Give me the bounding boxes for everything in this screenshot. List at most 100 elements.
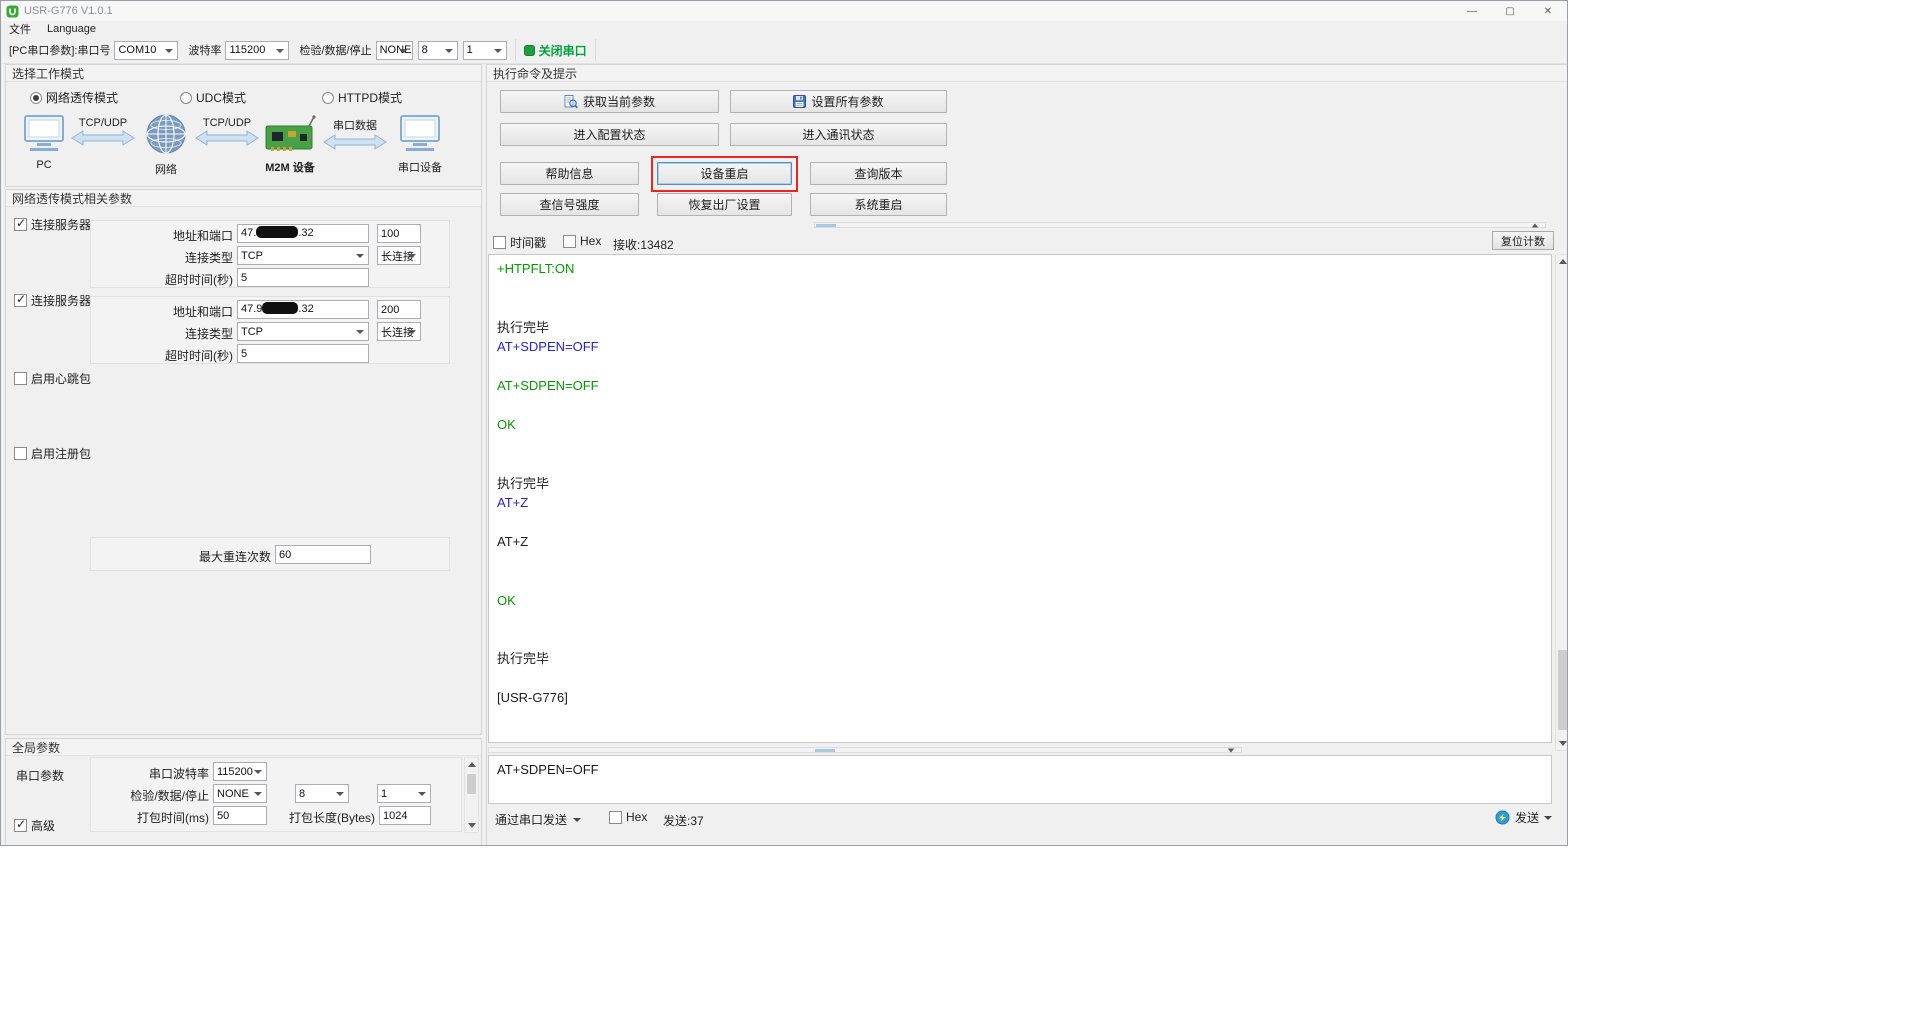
timestamp-checkbox[interactable]: 时间戳 [493, 234, 546, 251]
set-all-params-button[interactable]: 设置所有参数 [730, 90, 947, 113]
query-signal-button[interactable]: 查信号强度 [500, 193, 639, 216]
mode-httpd-radio[interactable]: HTTPD模式 [322, 89, 402, 106]
server-b-keep-select[interactable]: 长连接 [377, 322, 421, 341]
server-b-port-input[interactable] [377, 300, 421, 319]
heartbeat-label: 启用心跳包 [31, 370, 91, 387]
log-area[interactable]: +HTPFLT:ON 执行完毕AT+SDPEN=OFF AT+SDPEN=OFF… [488, 254, 1552, 743]
scroll-down-icon[interactable] [1556, 737, 1568, 750]
parity-select[interactable]: NONE [376, 41, 413, 60]
server-b-timeout-input[interactable] [237, 344, 369, 363]
diagram-network-node: 网络 [138, 112, 194, 177]
log-line: OK [497, 415, 1551, 435]
query-version-button[interactable]: 查询版本 [810, 162, 947, 185]
close-button[interactable]: ✕ [1529, 1, 1567, 21]
log-line [497, 669, 1551, 689]
g-parity-value: NONE [217, 788, 249, 800]
g-parity-select[interactable]: NONE [213, 784, 267, 803]
window-title: USR-G776 V1.0.1 [24, 5, 113, 17]
reset-count-button[interactable]: 复位计数 [1492, 231, 1554, 250]
reconnect-label: 最大重连次数 [91, 548, 271, 565]
sent-count: 发送:37 [663, 812, 704, 829]
server-b-address-input[interactable]: 47.9.32 [237, 300, 369, 319]
log-line [497, 571, 1551, 591]
top-splitter-scrollbar[interactable] [814, 222, 1546, 228]
baud-label: 波特率 [188, 42, 221, 58]
pack-len-input[interactable] [379, 806, 431, 825]
g-line-label: 检验/数据/停止 [91, 787, 209, 804]
maximize-button[interactable]: ▢ [1491, 1, 1529, 21]
chevron-down-icon [573, 818, 581, 826]
collapse-up-icon[interactable] [1532, 224, 1538, 228]
send-via-dropdown[interactable]: 通过串口发送 [495, 811, 581, 828]
scroll-down-icon[interactable] [465, 819, 478, 832]
bottom-splitter-scrollbar[interactable] [488, 747, 1242, 753]
log-line [497, 435, 1551, 455]
send-icon [1495, 810, 1510, 825]
mode-net-radio[interactable]: 网络透传模式 [30, 89, 118, 106]
register-label: 启用注册包 [31, 445, 91, 462]
checkbox-icon [14, 218, 27, 231]
splitter-thumb[interactable] [816, 224, 836, 227]
system-restart-button[interactable]: 系统重启 [810, 193, 947, 216]
toolbar-separator [515, 39, 516, 61]
mode-udc-radio[interactable]: UDC模式 [180, 89, 246, 106]
enter-config-state-button[interactable]: 进入配置状态 [500, 123, 719, 146]
scroll-up-icon[interactable] [1556, 255, 1568, 268]
global-params-scrollbar[interactable] [464, 757, 479, 833]
server-a-type-select[interactable]: TCP [237, 246, 369, 265]
help-info-button[interactable]: 帮助信息 [500, 162, 639, 185]
server-a-keep-value: 长连接 [381, 248, 414, 264]
magnifier-icon [564, 95, 578, 109]
floppy-icon [793, 95, 806, 108]
minimize-button[interactable]: — [1453, 1, 1491, 21]
link-m2m-serial-label: 串口数据 [322, 117, 388, 133]
g-stopbits-select[interactable]: 1 [377, 784, 431, 803]
log-line: AT+SDPEN=OFF [497, 376, 1551, 396]
scroll-up-icon[interactable] [465, 758, 478, 771]
stopbits-select[interactable]: 1 [463, 41, 507, 60]
g-baud-select[interactable]: 115200 [213, 762, 267, 781]
link-pc-net: TCP/UDP [70, 117, 136, 150]
menu-file[interactable]: 文件 [9, 21, 31, 37]
g-stopbits-value: 1 [381, 788, 387, 800]
pack-time-input[interactable] [213, 806, 267, 825]
heartbeat-checkbox[interactable]: 启用心跳包 [14, 370, 91, 387]
send-hex-checkbox[interactable]: Hex [609, 810, 647, 824]
command-panel-header: 执行命令及提示 [487, 65, 1568, 82]
recv-hex-checkbox[interactable]: Hex [563, 234, 601, 248]
server-a-keep-select[interactable]: 长连接 [377, 246, 421, 265]
server-b-checkbox[interactable]: 连接服务器B [14, 292, 99, 309]
server-a-address-input[interactable]: 47..32 [237, 224, 369, 243]
scrollbar-thumb[interactable] [467, 774, 476, 794]
log-scrollbar[interactable] [1555, 254, 1568, 751]
log-line: 执行完毕 [497, 318, 1551, 338]
databits-select[interactable]: 8 [418, 41, 458, 60]
server-a-checkbox[interactable]: 连接服务器A [14, 216, 99, 233]
menu-language[interactable]: Language [47, 23, 96, 35]
scrollbar-thumb[interactable] [1558, 650, 1567, 730]
baud-select[interactable]: 115200 [225, 41, 289, 60]
enter-comm-state-button[interactable]: 进入通讯状态 [730, 123, 947, 146]
reconnect-input[interactable] [275, 545, 371, 564]
advanced-checkbox[interactable]: 高级 [14, 817, 55, 834]
collapse-down-icon[interactable] [1228, 749, 1234, 753]
close-serial-port-button[interactable]: 关闭串口 [539, 42, 587, 59]
factory-reset-button[interactable]: 恢复出厂设置 [657, 193, 792, 216]
server-b-type-select[interactable]: TCP [237, 322, 369, 341]
splitter-thumb[interactable] [815, 749, 835, 752]
send-text-area[interactable]: AT+SDPEN=OFF [488, 755, 1552, 804]
server-b-type-label: 连接类型 [91, 325, 233, 342]
com-port-select[interactable]: COM10 [114, 41, 178, 60]
checkbox-icon [14, 294, 27, 307]
device-restart-button[interactable]: 设备重启 [657, 162, 792, 185]
double-arrow-icon [323, 133, 387, 151]
g-databits-select[interactable]: 8 [295, 784, 349, 803]
register-checkbox[interactable]: 启用注册包 [14, 445, 91, 462]
send-via-label: 通过串口发送 [495, 811, 567, 828]
radio-icon [30, 92, 42, 104]
send-button[interactable]: 发送 [1495, 809, 1552, 826]
get-current-params-button[interactable]: 获取当前参数 [500, 90, 719, 113]
server-a-timeout-input[interactable] [237, 268, 369, 287]
server-a-port-input[interactable] [377, 224, 421, 243]
g-baud-value: 115200 [217, 766, 253, 778]
